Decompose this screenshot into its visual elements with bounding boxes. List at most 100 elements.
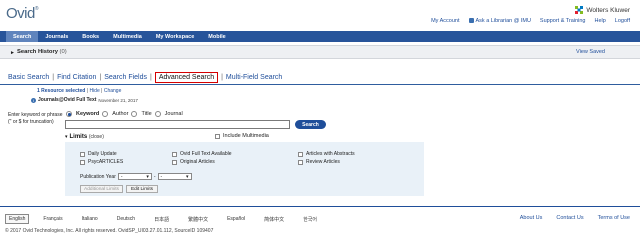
lang-english[interactable]: English (5, 214, 30, 224)
tabs-divider (0, 84, 640, 85)
brand-name: Wolters Kluwer (586, 6, 630, 14)
utility-links: My Account Ask a Librarian @ IMU Support… (431, 18, 630, 24)
review-articles-checkbox[interactable] (298, 159, 303, 165)
tab-separator: | (150, 74, 152, 81)
resources-selected: 1 Resource selected (37, 88, 86, 94)
include-multimedia-checkbox[interactable] (215, 133, 220, 139)
keyword-label: Enter keyword or phrase (" or $ for trun… (8, 112, 62, 126)
logoff-link[interactable]: Logoff (615, 18, 630, 24)
journal-radio-label: Journal (164, 111, 183, 117)
logo-registered-mark: ® (34, 6, 39, 12)
search-history-label: Search History (17, 49, 58, 55)
tab-find-citation[interactable]: Find Citation (57, 74, 96, 81)
lang-traditional-chinese[interactable]: 繁體中文 (188, 216, 208, 223)
limits-close-link[interactable]: (close) (89, 134, 104, 140)
expand-arrow-icon[interactable]: ► (10, 50, 15, 56)
lang-german[interactable]: Deutsch (117, 216, 135, 222)
info-icon[interactable]: i (31, 97, 36, 103)
tab-separator: | (221, 74, 223, 81)
publication-year-from-select[interactable]: - ▾ (117, 173, 152, 180)
lang-simplified-chinese[interactable]: 简体中文 (264, 216, 284, 223)
footer-links: About Us Contact Us Terms of Use (520, 215, 630, 221)
ask-librarian-link[interactable]: Ask a Librarian @ IMU (468, 18, 531, 24)
lang-french[interactable]: Français (43, 216, 62, 222)
copyright-text: © 2017 Ovid Technologies, Inc. All right… (5, 228, 214, 234)
nav-tab-multimedia[interactable]: Multimedia (106, 31, 149, 42)
tab-search-fields[interactable]: Search Fields (104, 74, 147, 81)
search-input[interactable] (65, 120, 290, 129)
search-history-bar: ► Search History (0) View Saved (0, 45, 640, 59)
search-mode-tabs: Basic Search | Find Citation | Search Fi… (8, 72, 282, 83)
psycarticles-checkbox[interactable] (80, 159, 85, 165)
tab-advanced-search[interactable]: Advanced Search (154, 72, 219, 83)
my-account-link[interactable]: My Account (431, 18, 459, 24)
tab-separator: | (52, 74, 55, 81)
limits-header[interactable]: ▾ Limits (close) (65, 134, 104, 140)
author-radio-label: Author (112, 111, 129, 117)
daily-update-label: Daily Update (88, 151, 117, 157)
search-history-count: (0) (59, 49, 67, 55)
resource-date: November 21, 2017 (98, 97, 138, 103)
about-us-link[interactable]: About Us (520, 215, 543, 221)
search-history-toggle[interactable]: Search History (0) (17, 49, 67, 55)
limit-review-articles: Review Articles (298, 159, 340, 165)
journal-radio[interactable] (154, 111, 161, 117)
dropdown-arrow-icon: ▾ (186, 173, 189, 180)
search-button[interactable]: Search (295, 120, 326, 129)
title-radio-label: Title (141, 111, 152, 117)
lang-korean[interactable]: 한국어 (303, 216, 317, 223)
tab-separator: | (99, 74, 102, 81)
resource-name: Journals@Ovid Full Text (38, 97, 97, 103)
title-radio[interactable] (131, 111, 138, 117)
nav-tab-my-workspace[interactable]: My Workspace (149, 31, 201, 42)
articles-abstracts-checkbox[interactable] (298, 151, 303, 157)
publication-year: Publication Year - ▾ - - ▾ (80, 173, 192, 180)
hide-link[interactable]: Hide (89, 88, 99, 94)
articles-abstracts-label: Articles with Abstracts (306, 151, 355, 157)
publication-year-to-select[interactable]: - ▾ (157, 173, 192, 180)
ovid-logo[interactable]: Ovid® (6, 5, 39, 22)
wolters-kluwer-icon (575, 6, 584, 14)
wolters-kluwer-brand[interactable]: Wolters Kluwer (575, 6, 630, 14)
limit-articles-abstracts: Articles with Abstracts (298, 151, 355, 157)
resource-selection: 1 Resource selected | Hide | Change (37, 88, 121, 94)
original-articles-checkbox[interactable] (172, 159, 177, 165)
daily-update-checkbox[interactable] (80, 151, 85, 157)
footer-divider (0, 206, 640, 207)
publication-year-to-value: - (160, 173, 163, 180)
limits-panel: Daily Update Ovid Full Text Available Ar… (65, 142, 424, 196)
include-multimedia-label: Include Multimedia (223, 133, 269, 139)
lang-spanish[interactable]: Español (227, 216, 245, 222)
terms-of-use-link[interactable]: Terms of Use (598, 215, 630, 221)
tab-multi-field-search[interactable]: Multi-Field Search (226, 74, 282, 81)
original-articles-label: Original Articles (180, 159, 215, 165)
keyword-radio-label: Keyword (76, 111, 100, 117)
main-nav: Search Journals Books Multimedia My Work… (0, 31, 640, 42)
change-link[interactable]: Change (104, 88, 122, 94)
view-saved-link[interactable]: View Saved (576, 49, 605, 55)
limit-psycarticles: PsycARTICLES (80, 159, 123, 165)
range-dash: - (153, 173, 156, 180)
limit-original-articles: Original Articles (172, 159, 215, 165)
lang-japanese[interactable]: 日本語 (154, 216, 169, 223)
help-link[interactable]: Help (594, 18, 605, 24)
lang-italian[interactable]: Italiano (82, 216, 98, 222)
edit-limits-button[interactable]: Edit Limits (126, 185, 158, 193)
ovid-full-text-checkbox[interactable] (172, 151, 177, 157)
collapse-arrow-icon: ▾ (65, 134, 68, 140)
nav-tab-mobile[interactable]: Mobile (201, 31, 232, 42)
limit-daily-update: Daily Update (80, 151, 117, 157)
additional-limits-button[interactable]: Additional Limits (80, 185, 123, 193)
support-training-link[interactable]: Support & Training (540, 18, 586, 24)
ovid-full-text-label: Ovid Full Text Available (180, 151, 232, 157)
resource-item: i Journals@Ovid Full Text November 21, 2… (31, 97, 138, 103)
keyword-radio[interactable] (66, 111, 72, 117)
limits-title: Limits (69, 134, 88, 140)
logo-text: Ovid (6, 5, 35, 22)
nav-tab-journals[interactable]: Journals (38, 31, 75, 42)
author-radio[interactable] (102, 111, 109, 117)
nav-tab-books[interactable]: Books (75, 31, 106, 42)
contact-us-link[interactable]: Contact Us (556, 215, 583, 221)
nav-tab-search[interactable]: Search (6, 31, 39, 42)
tab-basic-search[interactable]: Basic Search (8, 74, 49, 81)
